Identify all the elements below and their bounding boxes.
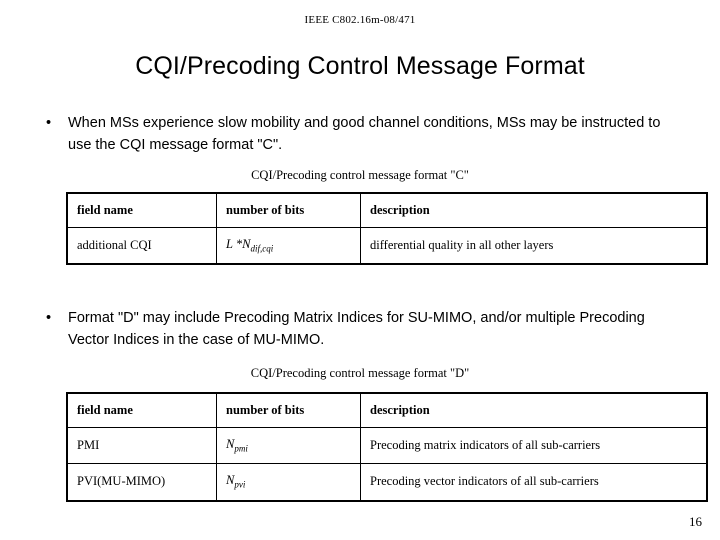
cell-description: differential quality in all other layers: [360, 227, 708, 265]
bullet-text: Format "D" may include Precoding Matrix …: [68, 310, 645, 349]
document-reference: IEEE C802.16m-08/471: [304, 14, 416, 26]
cell-number-of-bits: L *Ndif,cqi: [216, 227, 361, 265]
bullet-item-2: • Format "D" may include Precoding Matri…: [46, 307, 666, 352]
slide: IEEE C802.16m-08/471 CQI/Precoding Contr…: [0, 0, 720, 540]
cell-description: Precoding matrix indicators of all sub-c…: [360, 426, 708, 465]
bits-expression: L *N: [226, 237, 251, 251]
table-row: additional CQI L *Ndif,cqi differential …: [66, 227, 708, 265]
page-title: CQI/Precoding Control Message Format: [135, 52, 585, 80]
column-header-description: description: [360, 392, 708, 428]
column-header-number-of-bits: number of bits: [216, 192, 361, 228]
table-c-caption: CQI/Precoding control message format "C": [251, 168, 469, 182]
cell-field-name: additional CQI: [66, 227, 217, 265]
cqi-format-d-table: field name number of bits description PM…: [66, 392, 708, 502]
table-header-row: field name number of bits description: [66, 392, 708, 428]
column-header-description: description: [360, 192, 708, 228]
cell-field-name: PMI: [66, 426, 217, 465]
table-d-caption: CQI/Precoding control message format "D": [250, 366, 470, 380]
table-header-row: field name number of bits description: [66, 192, 708, 228]
column-header-field-name: field name: [66, 392, 217, 428]
bullet-marker: •: [46, 115, 52, 131]
table-row: PMI Npmi Precoding matrix indicators of …: [66, 426, 708, 465]
bits-subscript: pmi: [234, 443, 248, 454]
table-row: PVI(MU-MIMO) Npvi Precoding vector indic…: [66, 463, 708, 502]
cell-field-name: PVI(MU-MIMO): [66, 463, 217, 502]
column-header-field-name: field name: [66, 192, 217, 228]
cqi-format-c-table: field name number of bits description ad…: [66, 192, 708, 266]
cell-number-of-bits: Npmi: [216, 426, 361, 465]
cell-number-of-bits: Npvi: [216, 463, 361, 502]
page-number: 16: [689, 514, 702, 529]
bullet-marker: •: [46, 310, 52, 326]
bits-subscript: dif,cqi: [250, 243, 274, 254]
column-header-number-of-bits: number of bits: [216, 392, 361, 428]
bits-subscript: pvi: [234, 479, 246, 490]
cell-description: Precoding vector indicators of all sub-c…: [360, 463, 708, 502]
bullet-item-1: • When MSs experience slow mobility and …: [46, 112, 666, 157]
bullet-text: When MSs experience slow mobility and go…: [68, 115, 661, 154]
